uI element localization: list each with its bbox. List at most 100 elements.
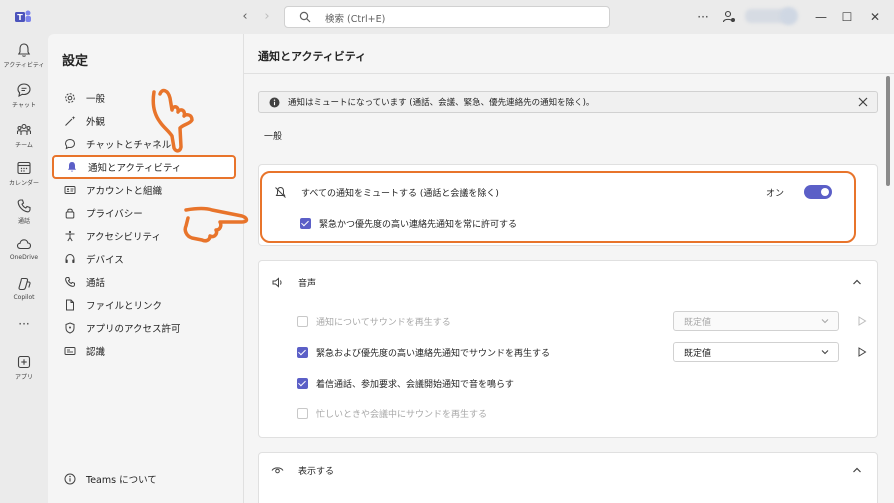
- sound-option-row[interactable]: 通知についてサウンドを再生する: [297, 315, 451, 328]
- more-options-button[interactable]: ···: [694, 8, 712, 26]
- info-icon: [269, 97, 280, 107]
- settings-item-label: ファイルとリンク: [86, 301, 163, 312]
- pointing-hand-down-icon: [151, 88, 194, 153]
- add-app-icon: [17, 355, 31, 369]
- urgent-allow-checkbox[interactable]: [300, 218, 311, 229]
- settings-item-label: 認識: [86, 347, 106, 358]
- sound-notify-checkbox[interactable]: [297, 316, 308, 327]
- chevron-up-icon[interactable]: [851, 276, 863, 288]
- rail-item-chat[interactable]: チャット: [0, 80, 48, 118]
- minimize-button[interactable]: —: [812, 8, 830, 26]
- rail-label: Copilot: [13, 294, 35, 301]
- id-card-icon: [64, 186, 76, 194]
- main-content: 通知とアクティビティ 通知はミュートになっています (通話、会議、緊急、優先連絡…: [244, 34, 894, 503]
- wand-icon: [65, 116, 76, 126]
- chevron-down-icon: [821, 319, 829, 324]
- settings-item-general[interactable]: 一般: [52, 87, 236, 109]
- sound-option-row[interactable]: 忙しいときや会議中にサウンドを再生する: [297, 407, 487, 420]
- sound-title: 音声: [298, 278, 317, 289]
- back-button[interactable]: ‹: [236, 8, 254, 26]
- settings-item-label: アプリのアクセス許可: [86, 324, 181, 335]
- title-bar: T ‹ › 検索 (Ctrl+E) ··· — ☐ ✕: [0, 0, 894, 34]
- rail-item-teams[interactable]: チーム: [0, 120, 48, 158]
- mute-all-row: すべての通知をミュートする (通話と会議を除く) オン: [262, 181, 854, 203]
- sound-header[interactable]: 音声: [259, 271, 877, 293]
- sound-option-label: 忙しいときや会議中にサウンドを再生する: [316, 410, 488, 420]
- settings-item-notifications[interactable]: 通知とアクティビティ: [52, 155, 236, 179]
- settings-item-captions[interactable]: 認識: [52, 340, 236, 362]
- rail-item-copilot[interactable]: Copilot: [0, 274, 48, 312]
- sound-incoming-checkbox[interactable]: [297, 378, 308, 389]
- cloud-icon: [16, 239, 32, 250]
- urgent-allow-label: 緊急かつ優先度の高い連絡先通知を常に許可する: [319, 220, 518, 230]
- search-box[interactable]: 検索 (Ctrl+E): [284, 6, 610, 28]
- settings-item-label: デバイス: [86, 255, 124, 266]
- play-sound-icon[interactable]: [857, 316, 867, 326]
- caption-icon: [64, 347, 76, 355]
- sound-card: 音声 通知についてサウンドを再生する 既定値 緊急および優先度の高い連絡先通知で…: [258, 260, 878, 438]
- urgent-allow-row[interactable]: 緊急かつ優先度の高い連絡先通知を常に許可する: [300, 217, 517, 230]
- settings-item-label: 一般: [86, 94, 106, 105]
- eye-icon: [271, 466, 284, 473]
- sound-urgent-checkbox[interactable]: [297, 347, 308, 358]
- banner-text: 通知はミュートになっています (通話、会議、緊急、優先連絡先の通知を除く)。: [288, 98, 595, 108]
- settings-item-chat-channels[interactable]: チャットとチャネル: [52, 133, 236, 155]
- sound-busy-checkbox[interactable]: [297, 408, 308, 419]
- rail-more-button[interactable]: ···: [0, 316, 48, 336]
- settings-item-label: 通知とアクティビティ: [88, 163, 182, 174]
- info-icon: [64, 473, 76, 485]
- calendar-icon: [17, 161, 31, 175]
- dropdown-value: 既定値: [684, 348, 712, 359]
- settings-item-devices[interactable]: デバイス: [52, 248, 236, 270]
- bell-icon: [17, 43, 31, 57]
- app-rail: アクティビティ チャット チーム カレンダー 通話 OneDrive Copil…: [0, 34, 48, 503]
- settings-item-accounts[interactable]: アカウントと組織: [52, 179, 236, 201]
- teams-logo-icon: T: [15, 10, 31, 22]
- avatar[interactable]: [780, 7, 798, 25]
- forward-button[interactable]: ›: [258, 8, 276, 26]
- bell-icon: [68, 162, 76, 172]
- rail-item-calendar[interactable]: カレンダー: [0, 158, 48, 196]
- settings-item-app-permissions[interactable]: アプリのアクセス許可: [52, 317, 236, 339]
- rail-item-calls[interactable]: 通話: [0, 196, 48, 234]
- display-card: 表示する: [258, 452, 878, 503]
- search-icon: [299, 11, 311, 23]
- play-sound-icon[interactable]: [857, 347, 867, 357]
- org-switch-icon[interactable]: [722, 10, 736, 24]
- teams-icon: [17, 123, 31, 135]
- sound-notify-dropdown[interactable]: 既定値: [673, 311, 839, 331]
- settings-item-calls[interactable]: 通話: [52, 271, 236, 293]
- about-teams-link[interactable]: Teams について: [64, 472, 157, 486]
- rail-item-onedrive[interactable]: OneDrive: [0, 234, 48, 272]
- main-header: 通知とアクティビティ: [244, 34, 894, 74]
- settings-item-appearance[interactable]: 外観: [52, 110, 236, 132]
- display-title: 表示する: [298, 466, 335, 477]
- about-label: Teams について: [86, 475, 157, 486]
- sound-option-label: 緊急および優先度の高い連絡先通知でサウンドを再生する: [316, 349, 551, 359]
- settings-item-files[interactable]: ファイルとリンク: [52, 294, 236, 316]
- sound-option-row[interactable]: 緊急および優先度の高い連絡先通知でサウンドを再生する: [297, 346, 550, 359]
- chevron-up-icon[interactable]: [851, 464, 863, 476]
- close-icon[interactable]: [857, 96, 869, 108]
- rail-label: 通話: [17, 218, 30, 225]
- rail-item-apps[interactable]: アプリ: [0, 352, 48, 390]
- display-header[interactable]: 表示する: [259, 459, 877, 481]
- sound-option-label: 通知についてサウンドを再生する: [316, 318, 451, 328]
- shield-icon: [65, 322, 75, 334]
- rail-item-activity[interactable]: アクティビティ: [0, 40, 48, 78]
- accessibility-icon: [65, 230, 75, 242]
- sound-option-label: 着信通話、参加要求、会議開始通知で音を鳴らす: [316, 380, 514, 390]
- sound-urgent-dropdown[interactable]: 既定値: [673, 342, 839, 362]
- speaker-icon: [272, 276, 282, 288]
- maximize-button[interactable]: ☐: [838, 8, 856, 26]
- sound-option-row[interactable]: 着信通話、参加要求、会議開始通知で音を鳴らす: [297, 377, 514, 390]
- scrollbar-thumb[interactable]: [886, 76, 890, 186]
- chat-icon: [17, 83, 31, 98]
- bell-off-icon: [275, 186, 286, 198]
- page-title: 通知とアクティビティ: [258, 50, 367, 63]
- close-window-button[interactable]: ✕: [866, 8, 884, 26]
- rail-label: カレンダー: [8, 180, 39, 187]
- mute-all-toggle[interactable]: [804, 185, 832, 199]
- settings-item-label: プライバシー: [86, 209, 143, 220]
- copilot-icon: [18, 277, 31, 291]
